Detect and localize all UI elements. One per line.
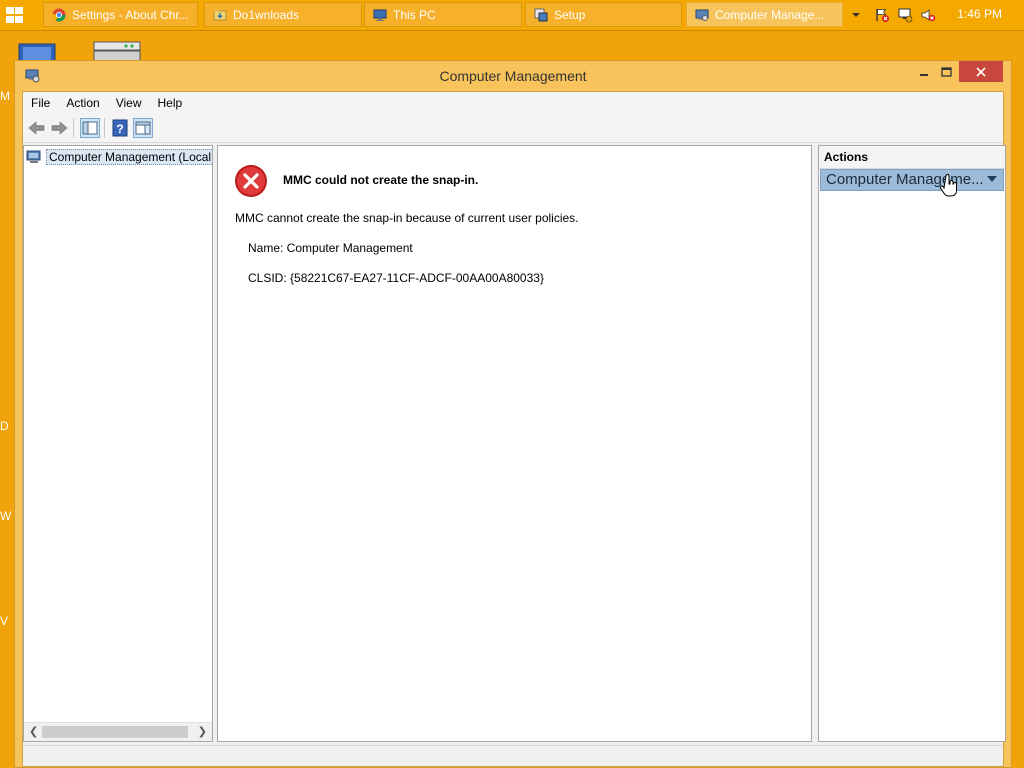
error-snapin-name: Name: Computer Management xyxy=(248,241,413,255)
folder-icon xyxy=(213,9,227,20)
chevron-down-icon[interactable] xyxy=(987,176,997,182)
toolbar-separator xyxy=(73,118,74,138)
tree-item-label: Computer Management (Local xyxy=(46,149,212,165)
close-icon xyxy=(976,66,986,77)
maximize-icon xyxy=(940,66,952,77)
console-tree: Computer Management (Local ❮ ❯ xyxy=(23,145,213,742)
error-clsid: CLSID: {58221C67-EA27-11CF-ADCF-00AA00A8… xyxy=(248,271,544,285)
forward-arrow-icon[interactable] xyxy=(49,118,69,138)
computer-icon xyxy=(373,9,387,21)
menu-help[interactable]: Help xyxy=(150,96,191,110)
scrollbar-thumb[interactable] xyxy=(42,726,188,738)
desktop-icon-label: D xyxy=(0,419,9,433)
error-message: MMC cannot create the snap-in because of… xyxy=(235,211,579,225)
hand-cursor-icon xyxy=(940,174,957,197)
main-content: Computer Management (Local ❮ ❯ MMC could… xyxy=(23,143,1006,766)
horizontal-scrollbar[interactable]: ❮ ❯ xyxy=(24,722,212,741)
toolbar: ? xyxy=(23,114,1003,143)
menu-bar: File Action View Help xyxy=(23,92,1003,114)
show-hide-tree-button[interactable] xyxy=(80,118,100,138)
desktop-icon-label: W xyxy=(0,509,12,523)
status-bar xyxy=(23,745,1003,766)
taskbar: Settings - About Chr... Do1wnloads This … xyxy=(0,0,1024,31)
menu-view[interactable]: View xyxy=(108,96,150,110)
menu-action[interactable]: Action xyxy=(58,96,107,110)
taskbar-button-this-pc[interactable]: This PC xyxy=(364,2,522,27)
taskbar-button-label: Do1wnloads xyxy=(233,7,300,22)
toolbar-separator xyxy=(104,118,105,138)
actions-pane: Actions Computer Manageme... xyxy=(818,145,1006,742)
desktop-icon-label: V xyxy=(0,614,9,628)
menu-file[interactable]: File xyxy=(23,96,58,110)
svg-text:?: ? xyxy=(116,122,123,136)
help-icon[interactable]: ? xyxy=(110,118,130,138)
taskbar-button-label: This PC xyxy=(393,7,436,22)
tree-item-root[interactable]: Computer Management (Local xyxy=(26,148,212,166)
computer-management-icon xyxy=(26,150,41,163)
setup-icon xyxy=(534,8,548,21)
scroll-left-icon[interactable]: ❮ xyxy=(29,725,38,738)
desktop-icon-label: M xyxy=(0,89,10,103)
chrome-icon xyxy=(52,8,66,21)
system-tray xyxy=(850,0,936,30)
network-icon[interactable] xyxy=(897,7,913,23)
back-arrow-icon[interactable] xyxy=(27,118,47,138)
maximize-button[interactable] xyxy=(933,61,959,82)
minimize-icon xyxy=(920,73,928,76)
error-title: MMC could not create the snap-in. xyxy=(283,173,479,187)
overflow-chevron-icon[interactable] xyxy=(850,9,862,21)
action-center-flag-icon[interactable] xyxy=(874,7,890,23)
computer-management-icon xyxy=(695,9,709,21)
taskbar-button-setup[interactable]: Setup xyxy=(525,2,682,27)
taskbar-button-label: Computer Manage... xyxy=(715,7,825,22)
actions-group-computer-management[interactable]: Computer Manageme... xyxy=(820,169,1004,191)
taskbar-clock[interactable]: 1:46 PM xyxy=(957,7,1002,21)
error-icon xyxy=(235,165,267,197)
actions-header: Actions xyxy=(819,146,1005,169)
show-hide-action-pane-icon xyxy=(135,121,151,135)
show-hide-action-pane-button[interactable] xyxy=(133,118,153,138)
computer-management-window: Computer Management File Action View Hel… xyxy=(14,60,1012,768)
desktop-computer-icon[interactable] xyxy=(17,42,61,62)
window-client-area: File Action View Help ? Computer Managem… xyxy=(22,91,1006,767)
start-button[interactable] xyxy=(4,5,26,25)
show-hide-tree-icon xyxy=(82,121,98,135)
volume-muted-icon[interactable] xyxy=(920,7,936,23)
title-bar[interactable]: Computer Management xyxy=(15,61,1011,91)
taskbar-button-computer-management[interactable]: Computer Manage... xyxy=(686,2,843,27)
scroll-right-icon[interactable]: ❯ xyxy=(198,725,207,738)
close-button[interactable] xyxy=(959,61,1003,82)
taskbar-button-downloads[interactable]: Do1wnloads xyxy=(204,2,362,27)
taskbar-button-label: Settings - About Chr... xyxy=(72,7,189,22)
result-pane: MMC could not create the snap-in. MMC ca… xyxy=(217,145,812,742)
taskbar-button-chrome[interactable]: Settings - About Chr... xyxy=(43,2,198,27)
actions-item-label: Computer Manageme... xyxy=(826,171,984,188)
window-title: Computer Management xyxy=(439,68,587,84)
taskbar-button-label: Setup xyxy=(554,7,586,22)
desktop-server-icon[interactable] xyxy=(92,38,142,62)
